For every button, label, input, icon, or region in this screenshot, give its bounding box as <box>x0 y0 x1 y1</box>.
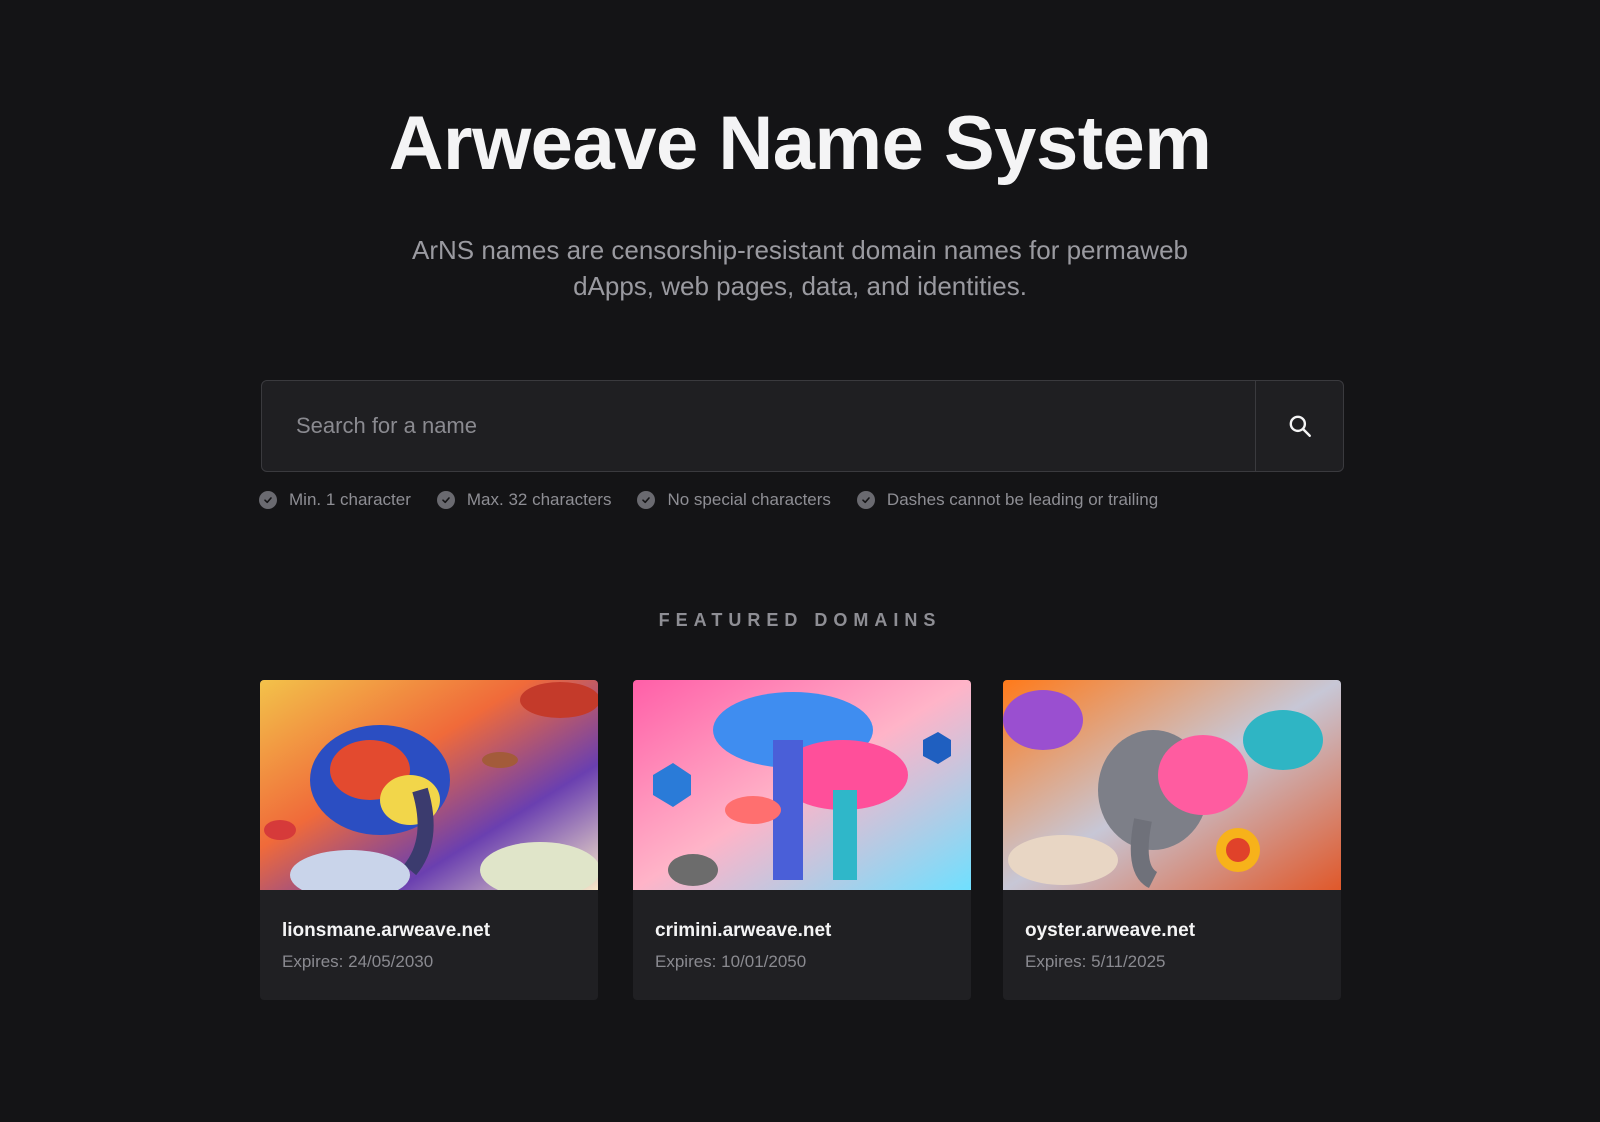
domain-name: lionsmane.arweave.net <box>282 920 491 941</box>
check-circle-icon <box>259 491 277 509</box>
page-subtitle: ArNS names are censorship-resistant doma… <box>411 235 1188 301</box>
featured-domains-list: lionsmane.arweave.net Expires: 24/05/203… <box>260 680 1341 1000</box>
rule-label: Dashes cannot be leading or trailing <box>886 490 1159 509</box>
domain-name: crimini.arweave.net <box>655 920 832 941</box>
landing-page: Arweave Name System ArNS names are censo… <box>0 0 1600 1122</box>
domain-card-image <box>633 680 971 890</box>
domain-name: oyster.arweave.net <box>1025 920 1196 941</box>
domain-card-image <box>1003 680 1341 890</box>
rule-label: No special characters <box>667 490 831 509</box>
search-button[interactable] <box>1255 381 1343 471</box>
domain-expiry: Expires: 5/11/2025 <box>1025 952 1166 971</box>
page-title: Arweave Name System <box>388 101 1212 186</box>
search-icon <box>1289 415 1311 437</box>
domain-card-lionsmane[interactable]: lionsmane.arweave.net Expires: 24/05/203… <box>260 680 598 1000</box>
rule-no-special: No special characters <box>637 490 831 510</box>
check-circle-icon <box>436 491 455 509</box>
check-circle-icon <box>856 491 875 509</box>
rule-max-length: Max. 32 characters <box>436 490 612 510</box>
rule-label: Min. 1 character <box>289 490 411 509</box>
search-input[interactable] <box>262 381 1255 471</box>
domain-card-crimini[interactable]: crimini.arweave.net Expires: 10/01/2050 <box>633 680 971 1000</box>
rule-label: Max. 32 characters <box>466 490 612 509</box>
domain-expiry: Expires: 10/01/2050 <box>655 952 807 971</box>
name-rules: Min. 1 character Max. 32 characters No s… <box>259 490 1184 510</box>
domain-card-oyster[interactable]: oyster.arweave.net Expires: 5/11/2025 <box>1003 680 1341 1000</box>
check-circle-icon <box>637 491 656 509</box>
domain-expiry: Expires: 24/05/2030 <box>282 952 434 971</box>
rule-min-length: Min. 1 character <box>259 490 411 510</box>
search-bar <box>261 380 1344 472</box>
featured-domains-heading: FEATURED DOMAINS <box>658 610 942 630</box>
rule-dashes: Dashes cannot be leading or trailing <box>856 490 1159 510</box>
domain-card-image <box>260 680 598 890</box>
